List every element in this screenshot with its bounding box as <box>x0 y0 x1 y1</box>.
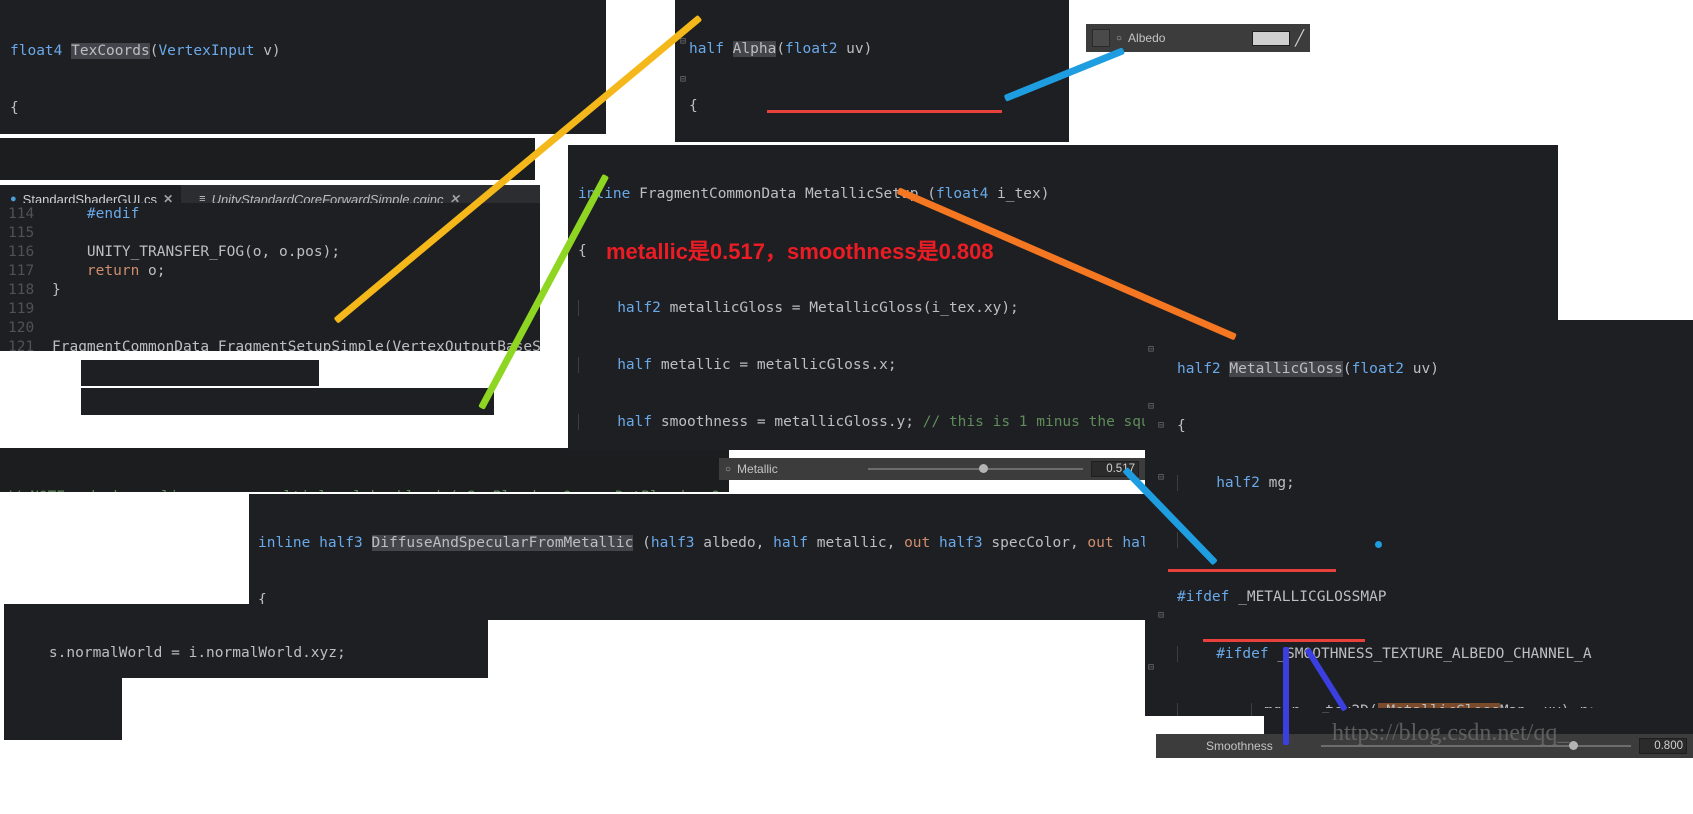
setup-return-blank <box>4 716 122 735</box>
fold-icon-else[interactable]: ⊟ <box>680 74 686 85</box>
smoothness-label: Smoothness <box>1206 739 1273 753</box>
panel-setup-return: return s; } <box>4 676 122 740</box>
panel-forward-simple-body: 114 115 116 117 118 119 120 121 122 #end… <box>0 203 540 351</box>
forward-simple-code: #endif UNITY_TRANSFER_FOG(o, o.pos); ret… <box>52 206 540 351</box>
fold-icon-ifdef1[interactable]: ⊟ <box>1148 401 1154 412</box>
inspector-metallic-row[interactable]: ○ Metallic 0.517 <box>719 458 1145 480</box>
metallic-slider-thumb[interactable] <box>979 464 989 473</box>
fold-icon-endif[interactable]: ⊟ <box>1148 662 1154 673</box>
albedo-texture-slot[interactable] <box>1092 29 1110 47</box>
transform-tex-comment: // Transforms 2D UV by scale/bias proper… <box>8 178 535 180</box>
arrow-indigo-glossiness-vertical <box>1283 647 1289 745</box>
fold-icon-else2[interactable]: ⊟ <box>1158 610 1164 621</box>
watermark: https://blog.csdn.net/qq_ <box>1332 720 1570 746</box>
fold-icon-brace[interactable]: ⊟ <box>1148 344 1154 355</box>
panel-diffuse-and-specular: inline half3 DiffuseAndSpecularFromMetal… <box>249 494 1153 620</box>
panel-texcoords: float4 TexCoords(VertexInput v) { float4… <box>0 0 606 134</box>
panel-metallic-gloss: half2 MetallicGloss(float2 uv) { half2 m… <box>1145 320 1693 716</box>
albedo-label: Albedo <box>1128 31 1166 45</box>
screenshot-root: float4 TexCoords(VertexInput v) { float4… <box>0 0 1693 814</box>
panel-transform-tex: // Transforms 2D UV by scale/bias proper… <box>0 138 535 180</box>
fold-icon-ifdef2[interactable]: ⊟ <box>1158 420 1164 431</box>
metallic-setup-line-0: inline FragmentCommonData MetallicSetup … <box>578 186 1050 202</box>
panel-premultiply: // NOTE: shader relies on pre-multiply a… <box>0 448 729 492</box>
panel-alpha-function: half Alpha(float2 uv) { #if defined(_SMO… <box>675 0 1069 142</box>
fold-icon-else1[interactable]: ⊟ <box>1158 472 1164 483</box>
chinese-annotation: metallic是0.517，smoothness是0.808 <box>606 239 994 264</box>
mg-line-3 <box>1177 531 1693 550</box>
setup-tail-line-0: s.normalWorld = i.normalWorld.xyz; <box>14 645 346 661</box>
underline-mg-metallic <box>1168 569 1336 572</box>
panel-alpha-call: half alpha = Alpha(i.tex.xy); <box>81 360 319 386</box>
ghost-underscore: _ <box>1322 699 1330 713</box>
alpha-fn-line-0: half Alpha(float2 uv) <box>689 41 873 57</box>
diffspec-line-0: inline half3 DiffuseAndSpecularFromMetal… <box>258 535 1153 551</box>
smoothness-value-field[interactable]: 0.800 <box>1639 738 1687 754</box>
smoothness-slider-thumb[interactable] <box>1569 741 1578 750</box>
mg-line-4: #ifdef _METALLICGLOSSMAP <box>1177 589 1387 605</box>
alpha-fn-line-1: { <box>689 98 698 114</box>
albedo-record-icon[interactable]: ○ <box>1116 33 1122 44</box>
mg-line-0: half2 MetallicGloss(float2 uv) <box>1177 361 1439 377</box>
texcoords-line-1: { <box>10 100 19 116</box>
metallic-label: Metallic <box>737 462 778 476</box>
panel-brdf-input: FragmentCommonData s = UNITY_SETUP_BRDF_… <box>81 388 494 415</box>
line-number-gutter: 114 115 116 117 118 119 120 121 122 <box>8 206 35 351</box>
metallic-slider[interactable] <box>868 464 1083 473</box>
underline-alpha-return <box>767 110 1002 113</box>
mg-line-1: { <box>1177 418 1186 434</box>
mg-line-5: #ifdef _SMOOTHNESS_TEXTURE_ALBEDO_CHANNE… <box>1177 645 1693 664</box>
mg-line-2: half2 mg; <box>1177 474 1693 493</box>
mask-left-gap <box>0 494 249 604</box>
breakpoint-dot-right <box>1375 541 1382 548</box>
metallic-setup-line-2: half2 metallicGloss = MetallicGloss(i_te… <box>578 299 1558 318</box>
panel-setup-tail: s.normalWorld = i.normalWorld.xyz; s.eye… <box>4 604 488 678</box>
metallic-record-icon[interactable]: ○ <box>725 464 731 475</box>
albedo-color-field[interactable] <box>1251 30 1290 46</box>
eyedropper-icon[interactable]: ╱ <box>1295 29 1304 47</box>
underline-mg-glossiness <box>1203 639 1365 642</box>
texcoords-line-0: float4 TexCoords(VertexInput v) <box>10 43 281 59</box>
premultiply-comment: // NOTE: shader relies on pre-multiply a… <box>4 488 729 492</box>
